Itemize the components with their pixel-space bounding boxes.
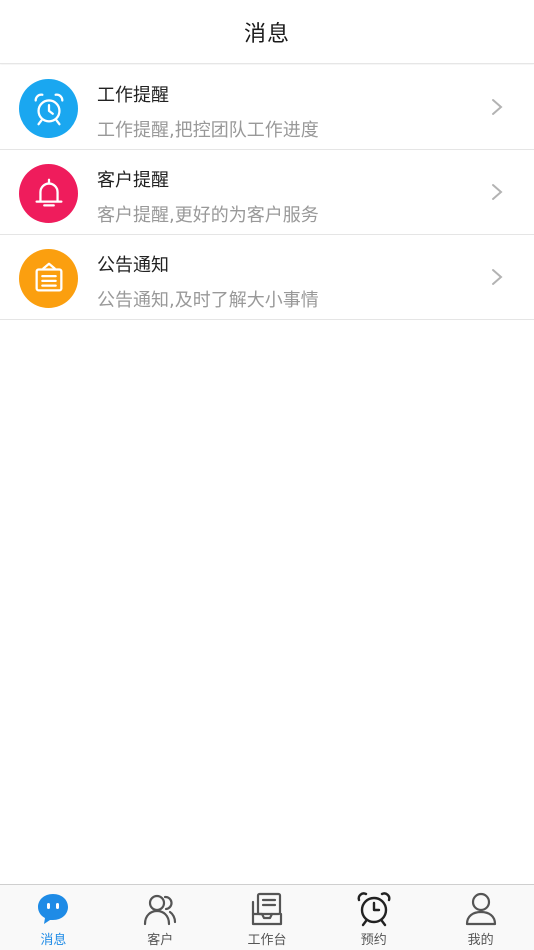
tab-me[interactable]: 我的 [427, 885, 534, 950]
message-list: 工作提醒 工作提醒,把控团队工作进度 客户提醒 客户提醒,更好的为客户服务 公告… [0, 65, 534, 320]
alarm-clock-icon [357, 892, 391, 927]
message-item-customer-reminder[interactable]: 客户提醒 客户提醒,更好的为客户服务 [0, 150, 534, 235]
message-title: 工作提醒 [97, 85, 169, 106]
bell-icon [19, 164, 78, 223]
tab-appointments[interactable]: 预约 [320, 885, 427, 950]
message-item-announcement[interactable]: 公告通知 公告通知,及时了解大小事情 [0, 235, 534, 320]
tab-messages[interactable]: 消息 [0, 885, 107, 950]
chevron-right-icon [492, 99, 503, 115]
customers-icon [144, 894, 177, 926]
notice-board-icon [19, 249, 78, 308]
page-title: 消息 [243, 21, 290, 47]
message-subtitle: 公告通知,及时了解大小事情 [97, 290, 319, 311]
tab-workbench[interactable]: 工作台 [214, 885, 321, 950]
alarm-clock-icon [19, 79, 78, 138]
chat-bubble-icon [38, 894, 69, 924]
top-bar: 消息 [0, 0, 534, 64]
message-subtitle: 工作提醒,把控团队工作进度 [97, 120, 319, 141]
message-title: 客户提醒 [97, 170, 169, 191]
tab-customers[interactable]: 客户 [107, 885, 214, 950]
workbench-icon [251, 892, 283, 926]
tab-label: 消息 [40, 933, 67, 948]
user-icon [465, 892, 496, 926]
tab-label: 客户 [147, 933, 174, 948]
chevron-right-icon [492, 184, 503, 200]
tab-label: 预约 [360, 933, 387, 948]
message-item-work-reminder[interactable]: 工作提醒 工作提醒,把控团队工作进度 [0, 65, 534, 150]
message-subtitle: 客户提醒,更好的为客户服务 [97, 205, 319, 226]
bottom-tab-bar: 消息 客户 工作台 预约 我的 [0, 884, 534, 950]
app: 消息 工作提醒 工作提醒,把控团队工作进度 客户提醒 客户提醒,更好的为客户服务… [0, 0, 534, 950]
chevron-right-icon [492, 269, 503, 285]
message-title: 公告通知 [97, 255, 169, 276]
tab-label: 我的 [467, 933, 494, 948]
tab-label: 工作台 [247, 933, 287, 948]
